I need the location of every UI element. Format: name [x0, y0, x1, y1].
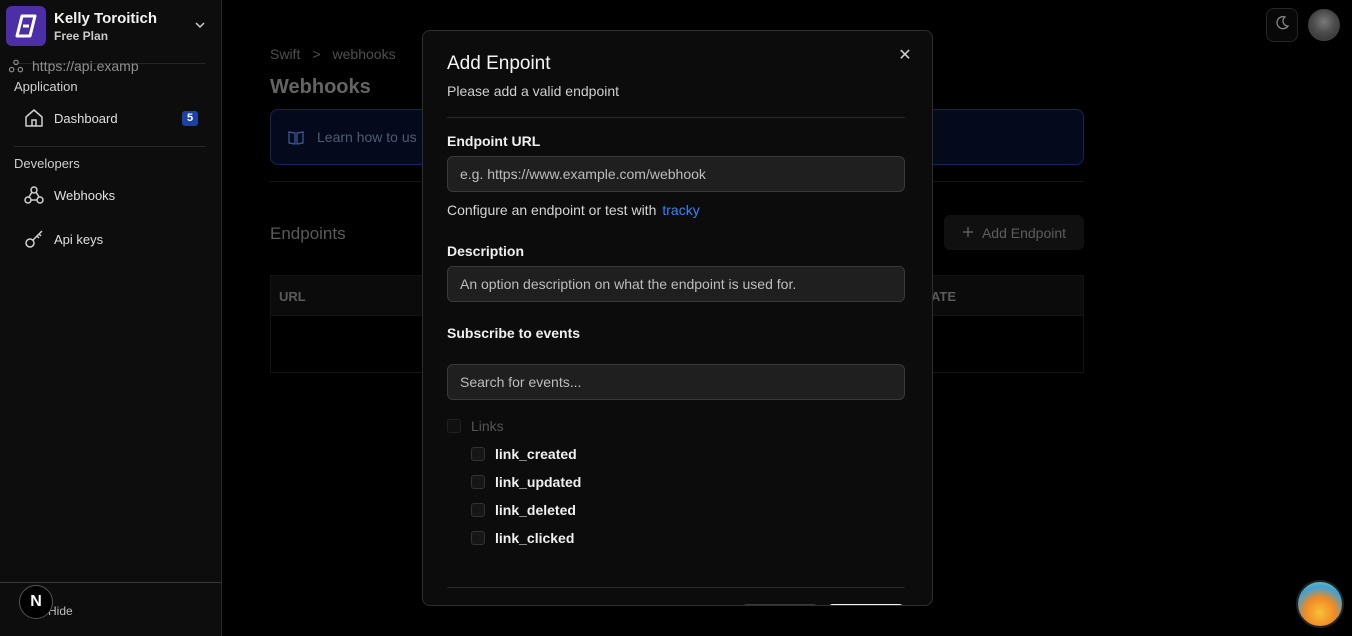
checkbox[interactable] [447, 419, 461, 433]
event-group-label: Links [471, 418, 504, 434]
checkbox[interactable] [471, 447, 485, 461]
section-label-application: Application [14, 79, 78, 94]
event-option[interactable]: link_updated [471, 474, 581, 490]
description-input[interactable] [447, 266, 905, 302]
app-logo [6, 6, 46, 46]
checkbox[interactable] [471, 475, 485, 489]
webhook-icon [8, 58, 24, 79]
checkbox[interactable] [471, 503, 485, 517]
sidebar-item-label: Webhooks [54, 187, 116, 203]
endpoint-help-text: Configure an endpoint or test with tracky [447, 202, 700, 218]
sidebar-item-dashboard[interactable]: Dashboard 5 [22, 104, 206, 132]
sidebar-footer-divider [0, 582, 222, 583]
events-label: Subscribe to events [447, 325, 581, 341]
sidebar-item-webhooks[interactable]: Webhooks [22, 181, 206, 209]
dialog-title: Add Enpoint [447, 53, 551, 74]
dialog-footer-divider [447, 587, 905, 588]
checkbox[interactable] [471, 531, 485, 545]
description-label: Description [447, 243, 525, 259]
webhook-icon [22, 183, 46, 207]
sidebar-divider [14, 146, 206, 147]
dialog-subtitle: Please add a valid endpoint [447, 83, 620, 99]
sidebar-item-label: Api keys [54, 231, 104, 247]
close-icon[interactable]: ✕ [897, 47, 913, 64]
event-option[interactable]: link_deleted [471, 502, 576, 518]
events-search-input[interactable] [447, 364, 905, 400]
tracky-link[interactable]: tracky [662, 202, 699, 218]
add-endpoint-dialog: Add Enpoint Please add a valid endpoint … [422, 30, 933, 606]
event-option[interactable]: link_created [471, 446, 577, 462]
event-label: link_updated [495, 474, 582, 490]
event-group-links[interactable]: Links [447, 418, 504, 434]
framework-badge[interactable]: N [19, 585, 53, 619]
event-label: link_deleted [495, 502, 576, 518]
help-text: Configure an endpoint or test with [447, 202, 657, 218]
assistant-avatar[interactable] [1296, 580, 1344, 628]
chevron-down-icon[interactable] [194, 18, 206, 36]
key-icon [22, 227, 46, 251]
cancel-button[interactable] [741, 604, 819, 605]
dialog-divider [447, 117, 905, 118]
endpoint-url-label: Endpoint URL [447, 133, 541, 149]
sidebar-item-api-keys[interactable]: Api keys [22, 225, 206, 253]
event-label: link_created [495, 446, 577, 462]
table-row-url[interactable]: https://api.examp [32, 58, 139, 74]
count-badge: 5 [182, 111, 198, 126]
submit-button[interactable] [827, 604, 905, 605]
account-plan: Free Plan [54, 28, 109, 43]
section-label-developers: Developers [14, 156, 80, 171]
sidebar: Kelly Toroitich Free Plan Application Da… [0, 0, 222, 636]
account-switcher[interactable]: Kelly Toroitich Free Plan [6, 6, 216, 46]
event-label: link_clicked [495, 530, 575, 546]
event-option[interactable]: link_clicked [471, 530, 574, 546]
account-name: Kelly Toroitich [54, 9, 158, 27]
sidebar-item-label: Dashboard [54, 110, 118, 126]
endpoint-url-input[interactable] [447, 156, 905, 192]
home-icon [22, 106, 46, 130]
